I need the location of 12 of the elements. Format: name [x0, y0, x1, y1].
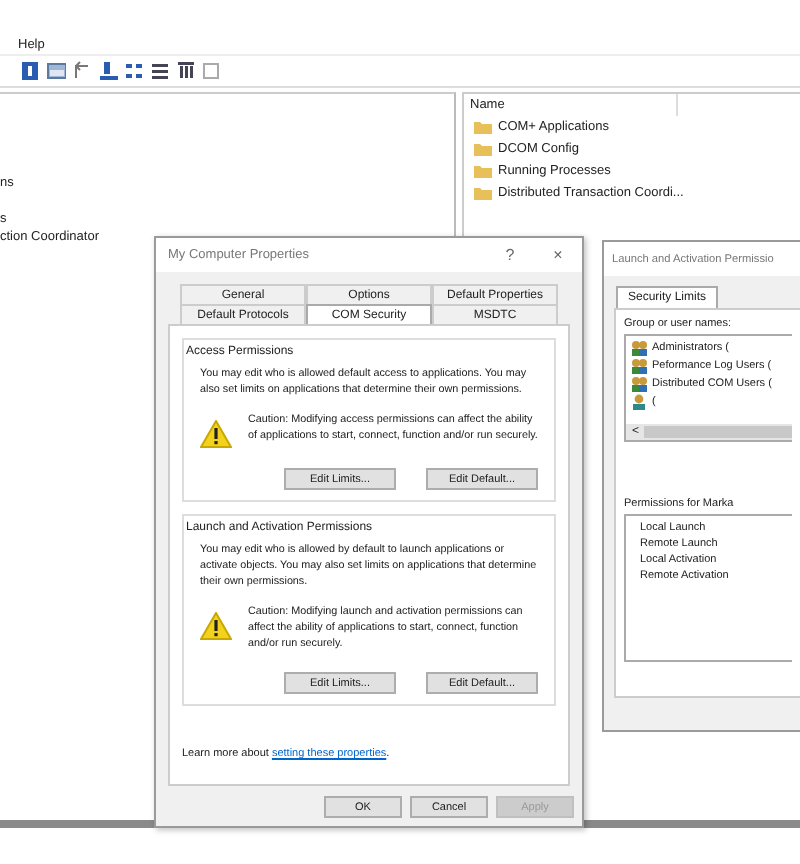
user-icon — [630, 394, 648, 410]
help-button[interactable]: ? — [486, 246, 534, 264]
arrow-icon — [72, 60, 92, 82]
list-icon — [150, 60, 170, 82]
warning-icon — [200, 420, 232, 448]
columns-icon — [176, 60, 196, 82]
close-button[interactable]: × — [534, 246, 582, 264]
warning-icon — [200, 612, 232, 640]
scroll-thumb[interactable] — [643, 426, 792, 438]
window-icon — [46, 60, 66, 82]
grid-icon — [124, 60, 144, 82]
page-icon — [202, 60, 222, 82]
